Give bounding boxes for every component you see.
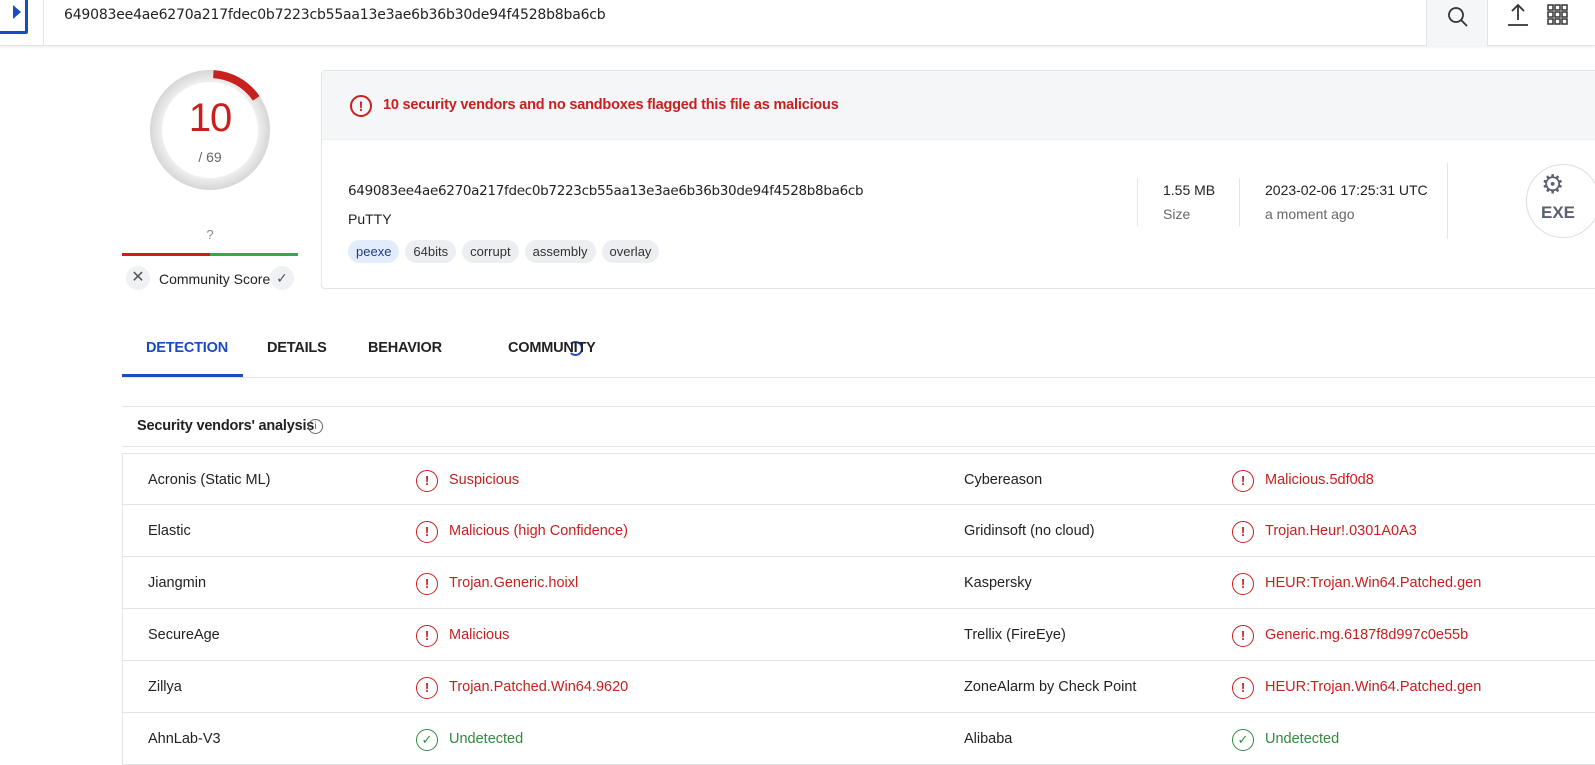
analysis-date: 2023-02-06 17:25:31 UTC xyxy=(1265,182,1428,198)
info-icon[interactable]: i xyxy=(308,419,323,434)
vote-harmless-button[interactable]: ✓ xyxy=(270,266,294,290)
alert-icon: ! xyxy=(1232,470,1254,492)
community-score-label: Community Score xyxy=(159,271,271,287)
vendor-result: Undetected xyxy=(449,731,524,747)
vendor-name: ZoneAlarm by Check Point xyxy=(964,679,1137,695)
detection-alert: ! 10 security vendors and no sandboxes f… xyxy=(322,71,1595,140)
file-type-icon: ⚙ EXE xyxy=(1526,164,1595,238)
tab-community[interactable]: COMMUNITY xyxy=(508,340,596,356)
search-icon xyxy=(1448,7,1468,27)
detection-total: / 69 xyxy=(198,149,222,165)
active-tab-indicator xyxy=(122,374,243,377)
vendor-name: Kaspersky xyxy=(964,575,1032,591)
tag-chip[interactable]: assembly xyxy=(524,240,596,263)
section-title: Security vendors' analysis xyxy=(137,418,315,434)
upload-button[interactable] xyxy=(1505,2,1531,33)
alert-icon: ! xyxy=(1232,521,1254,543)
file-tags: peexe 64bits corrupt assembly overlay xyxy=(348,240,660,263)
vendor-name: SecureAge xyxy=(148,627,220,643)
table-row: Jiangmin! Trojan.Generic.hoixl Kaspersky! H… xyxy=(123,557,1595,609)
alert-icon: ! xyxy=(416,625,438,647)
divider xyxy=(43,0,44,46)
logo-arrow-icon xyxy=(13,5,21,19)
tag-chip[interactable]: 64bits xyxy=(405,240,457,263)
alert-icon: ! xyxy=(416,521,438,543)
vendor-result: Trojan.Heur!.0301A0A3 xyxy=(1265,523,1417,539)
upload-icon xyxy=(1508,3,1528,26)
vendor-name: Elastic xyxy=(148,523,191,539)
vendor-result: Trojan.Generic.hoixl xyxy=(449,575,579,591)
tab-detection[interactable]: DETECTION xyxy=(146,340,228,356)
vendor-name: Cybereason xyxy=(964,472,1043,488)
top-bar: 649083ee4ae6270a217fdec0b7223cb55aa13e3a… xyxy=(0,0,1595,46)
file-hash[interactable]: 649083ee4ae6270a217fdec0b7223cb55aa13e3a… xyxy=(348,183,864,199)
tab-details[interactable]: DETAILS xyxy=(267,340,327,356)
alert-icon: ! xyxy=(416,470,438,492)
tag-chip[interactable]: peexe xyxy=(348,240,400,263)
grid-icon xyxy=(1547,4,1568,25)
vendor-result: Trojan.Patched.Win64.9620 xyxy=(449,679,629,695)
divider xyxy=(1239,178,1240,226)
detection-score: 10 / 69 xyxy=(150,70,272,192)
divider xyxy=(1137,178,1138,226)
vendor-result: Malicious (high Confidence) xyxy=(449,523,628,539)
vendor-result: HEUR:Trojan.Win64.Patched.gen xyxy=(1265,679,1482,695)
vendor-result: Undetected xyxy=(1265,731,1340,747)
table-row: Zillya! Trojan.Patched.Win64.9620 ZoneAlar… xyxy=(123,661,1595,713)
alert-icon: ! xyxy=(350,95,372,117)
tag-chip[interactable]: overlay xyxy=(601,240,660,263)
vendor-result: Malicious.5df0d8 xyxy=(1265,472,1374,488)
table-row: Elastic! Malicious (high Confidence) Gridi… xyxy=(123,505,1595,557)
search-input[interactable]: 649083ee4ae6270a217fdec0b7223cb55aa13e3a… xyxy=(64,7,606,23)
vendor-result: Generic.mg.6187f8d997c0e55b xyxy=(1265,627,1469,643)
vendors-table: Acronis (Static ML)! Suspicious Cybereason… xyxy=(122,453,1595,765)
search-button[interactable] xyxy=(1426,0,1488,46)
alert-icon: ! xyxy=(1232,573,1254,595)
divider xyxy=(1447,163,1448,239)
vendor-name: Acronis (Static ML) xyxy=(148,472,271,488)
vendor-name: AhnLab-V3 xyxy=(148,731,221,747)
vendor-name: Gridinsoft (no cloud) xyxy=(964,523,1095,539)
alert-icon: ! xyxy=(416,573,438,595)
vendor-name: Alibaba xyxy=(964,731,1013,747)
file-type-label: EXE xyxy=(1541,203,1576,222)
detection-count: 10 xyxy=(188,96,233,140)
alert-icon: ! xyxy=(1232,677,1254,699)
check-icon: ✓ xyxy=(1232,729,1254,751)
vendor-result: Suspicious xyxy=(449,472,520,488)
tab-behavior[interactable]: BEHAVIOR xyxy=(368,340,442,356)
community-score-value: ? xyxy=(206,227,214,242)
apps-grid-button[interactable] xyxy=(1547,4,1569,31)
vendor-name: Trellix (FireEye) xyxy=(964,627,1066,643)
community-bar-negative xyxy=(122,253,210,256)
community-bar-positive xyxy=(210,253,298,256)
vendors-section-header: Security vendors' analysis i xyxy=(122,406,1595,447)
table-row: AhnLab-V3 ✓ Undetected Alibaba ✓ Undetected xyxy=(123,713,1595,765)
community-score-row: ✕ Community Score ✓ xyxy=(122,266,298,292)
alert-text: 10 security vendors and no sandboxes fla… xyxy=(383,97,839,113)
virustotal-logo[interactable] xyxy=(0,0,28,34)
gear-icon: ⚙ xyxy=(1541,169,1565,199)
report-tabs: DETECTION DETAILS BEHAVIOR COMMUNITY xyxy=(122,328,1595,378)
vendor-result: Malicious xyxy=(449,627,510,643)
file-size-value: 1.55 MB xyxy=(1163,182,1216,198)
table-row: SecureAge! Malicious Trellix (FireEye)! Gen… xyxy=(123,609,1595,661)
vendor-result: HEUR:Trojan.Win64.Patched.gen xyxy=(1265,575,1482,591)
check-icon: ✓ xyxy=(416,729,438,751)
alert-icon: ! xyxy=(416,677,438,699)
file-size-label: Size xyxy=(1163,206,1191,222)
community-score-bar xyxy=(122,253,298,256)
table-row: Acronis (Static ML)! Suspicious Cybereason… xyxy=(123,453,1595,505)
tag-chip[interactable]: corrupt xyxy=(462,240,519,263)
file-summary-card: ! 10 security vendors and no sandboxes f… xyxy=(321,70,1595,289)
analysis-relative-date: a moment ago xyxy=(1265,206,1355,222)
vote-harmful-button[interactable]: ✕ xyxy=(126,266,150,290)
vendor-name: Jiangmin xyxy=(148,575,207,591)
alert-icon: ! xyxy=(1232,625,1254,647)
vendor-name: Zillya xyxy=(148,679,182,695)
file-name: PuTTY xyxy=(348,211,392,227)
